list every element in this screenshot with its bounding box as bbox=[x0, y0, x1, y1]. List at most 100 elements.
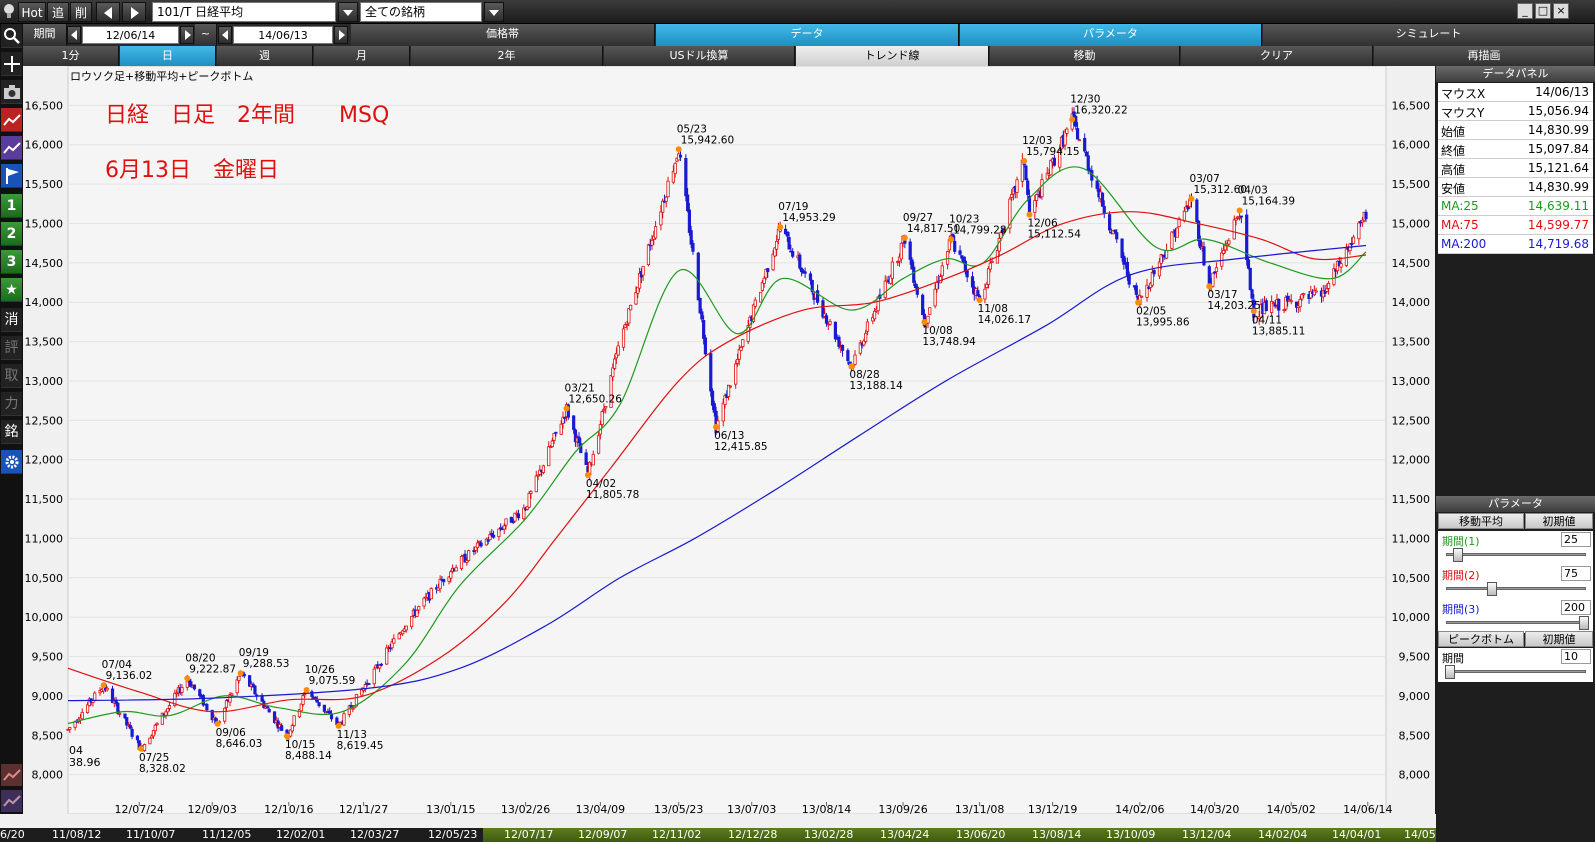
candle-body bbox=[986, 268, 991, 285]
add-button[interactable]: 追 bbox=[47, 2, 69, 22]
candle-body bbox=[1264, 300, 1268, 312]
overview-date-label: 14/04/01 bbox=[1332, 828, 1382, 841]
chevron-down-icon bbox=[343, 10, 353, 16]
ma-period-slider[interactable] bbox=[1446, 582, 1586, 596]
overview-date-strip[interactable]: 6/20 11/08/12 11/10/07 11/12/05 12/02/01 12/0… bbox=[0, 828, 1453, 842]
ma-period-slider[interactable] bbox=[1446, 548, 1586, 562]
tab-price-range[interactable]: 価格帯 bbox=[351, 24, 655, 46]
erase-button[interactable]: 消 bbox=[1, 308, 22, 332]
date-separator: ~ bbox=[195, 24, 217, 46]
data-panel-row: 安値 14,830.99 bbox=[1438, 178, 1593, 197]
maximize-button[interactable]: □ bbox=[1535, 3, 1551, 19]
slider-knob[interactable] bbox=[1453, 548, 1463, 562]
crosshair-icon[interactable] bbox=[1, 52, 22, 76]
candle-body bbox=[808, 273, 813, 281]
ma-period-input[interactable]: 200 bbox=[1561, 600, 1591, 615]
date-to-field[interactable]: 14/06/13 bbox=[233, 26, 333, 44]
price-chart[interactable]: 8,000 8,500 9,000 9,500 10,000 10,500 11,000 11… bbox=[23, 66, 1435, 814]
period-day-button[interactable]: 日 bbox=[120, 46, 216, 66]
candle-body bbox=[223, 707, 227, 722]
settings-gear-icon[interactable] bbox=[1, 450, 22, 474]
redraw-button[interactable]: 再描画 bbox=[1374, 46, 1595, 66]
move-button[interactable]: 移動 bbox=[990, 46, 1180, 66]
preset-2-button[interactable]: 2 bbox=[1, 222, 22, 246]
date-to-prev-button[interactable] bbox=[218, 26, 232, 44]
range-2year-button[interactable]: 2年 bbox=[411, 46, 603, 66]
date-from-field[interactable]: 12/06/14 bbox=[82, 26, 179, 44]
rating-button[interactable]: 評 bbox=[1, 336, 22, 360]
candle-body bbox=[1298, 298, 1302, 308]
ma-period-input[interactable]: 75 bbox=[1561, 566, 1591, 581]
clear-button[interactable]: クリア bbox=[1181, 46, 1373, 66]
power-button[interactable]: 力 bbox=[1, 392, 22, 416]
trade-button[interactable]: 取 bbox=[1, 364, 22, 388]
minimize-button[interactable]: _ bbox=[1517, 3, 1533, 19]
candle-body bbox=[686, 194, 690, 212]
hot-button[interactable]: Hot bbox=[18, 2, 46, 22]
candle-body bbox=[1223, 245, 1227, 251]
candle-body bbox=[475, 542, 480, 549]
candle-body bbox=[486, 539, 490, 542]
peak-value-label: 13,748.94 bbox=[922, 336, 976, 348]
universe-select[interactable]: 全ての銘柄 bbox=[360, 2, 482, 22]
slider-knob[interactable] bbox=[1579, 616, 1589, 630]
prev-symbol-button[interactable] bbox=[96, 2, 120, 22]
flag-icon[interactable] bbox=[1, 164, 22, 188]
date-to-next-button[interactable] bbox=[334, 26, 348, 44]
peak-period-slider[interactable] bbox=[1445, 665, 1586, 679]
overview-band[interactable]: 6/20 11/08/12 11/10/07 11/12/05 12/02/01 12/0… bbox=[0, 814, 1453, 842]
x-tick-label: 13/09/26 bbox=[878, 803, 927, 814]
data-panel-key: マウスX bbox=[1441, 87, 1486, 101]
period-1min-button[interactable]: 1分 bbox=[23, 46, 119, 66]
slider-knob[interactable] bbox=[1445, 665, 1455, 679]
peak-period-input[interactable]: 10 bbox=[1561, 649, 1591, 664]
tab-parameter[interactable]: パラメータ bbox=[960, 24, 1262, 46]
trendline-button[interactable]: トレンド線 bbox=[796, 46, 989, 66]
candle-body bbox=[1220, 252, 1224, 267]
delete-button[interactable]: 削 bbox=[70, 2, 92, 22]
period-week-button[interactable]: 週 bbox=[217, 46, 313, 66]
universe-dropdown-button[interactable] bbox=[484, 2, 504, 22]
candle-body bbox=[1246, 259, 1251, 269]
tab-data[interactable]: データ bbox=[656, 24, 959, 46]
candle-body bbox=[958, 250, 962, 255]
chart-red-icon[interactable] bbox=[1, 108, 22, 132]
symbol-dropdown-button[interactable] bbox=[338, 2, 358, 22]
candle-body bbox=[696, 252, 700, 301]
peak-marker bbox=[1236, 207, 1243, 214]
period-month-button[interactable]: 月 bbox=[314, 46, 410, 66]
candle-body bbox=[1314, 290, 1318, 293]
candle-body bbox=[983, 288, 987, 300]
next-symbol-button[interactable] bbox=[122, 2, 146, 22]
preset-3-button[interactable]: 3 bbox=[1, 250, 22, 274]
close-button[interactable]: × bbox=[1553, 3, 1569, 19]
star-icon[interactable]: ★ bbox=[1, 278, 22, 302]
ma-period-input[interactable]: 25 bbox=[1561, 532, 1591, 547]
preset-1-button[interactable]: 1 bbox=[1, 194, 22, 218]
ma-reset-button[interactable]: 初期値 bbox=[1525, 513, 1593, 529]
symbol-field[interactable]: 101/T 日経平均 bbox=[152, 2, 336, 22]
candle-body bbox=[164, 711, 168, 716]
x-tick-label: 12/10/16 bbox=[264, 803, 313, 814]
camera-icon[interactable] bbox=[1, 80, 22, 104]
ma-period-slider[interactable] bbox=[1446, 616, 1589, 630]
chart-red-mini-icon[interactable] bbox=[1, 764, 22, 786]
date-from-prev-button[interactable] bbox=[67, 26, 81, 44]
slider-knob[interactable] bbox=[1487, 582, 1497, 596]
peak-reset-button[interactable]: 初期値 bbox=[1525, 631, 1593, 647]
candle-body bbox=[1339, 263, 1343, 268]
search-icon[interactable] bbox=[1, 24, 22, 48]
lightbulb-icon[interactable] bbox=[2, 2, 18, 22]
chart-purple-icon[interactable] bbox=[1, 136, 22, 160]
candle-body bbox=[728, 385, 732, 388]
ma-period-row: 期間(1) 25 bbox=[1438, 531, 1593, 565]
candle-body bbox=[417, 606, 421, 611]
stock-button[interactable]: 銘 bbox=[1, 420, 22, 444]
tab-simulate[interactable]: シミュレート bbox=[1263, 24, 1595, 46]
candle-body bbox=[280, 725, 284, 731]
usd-convert-button[interactable]: USドル換算 bbox=[604, 46, 795, 66]
candle-body bbox=[68, 727, 72, 730]
date-from-next-button[interactable] bbox=[180, 26, 194, 44]
chart-area[interactable]: 8,000 8,500 9,000 9,500 10,000 10,500 11,000 11… bbox=[23, 66, 1435, 814]
chart-purple-mini-icon[interactable] bbox=[1, 790, 22, 812]
